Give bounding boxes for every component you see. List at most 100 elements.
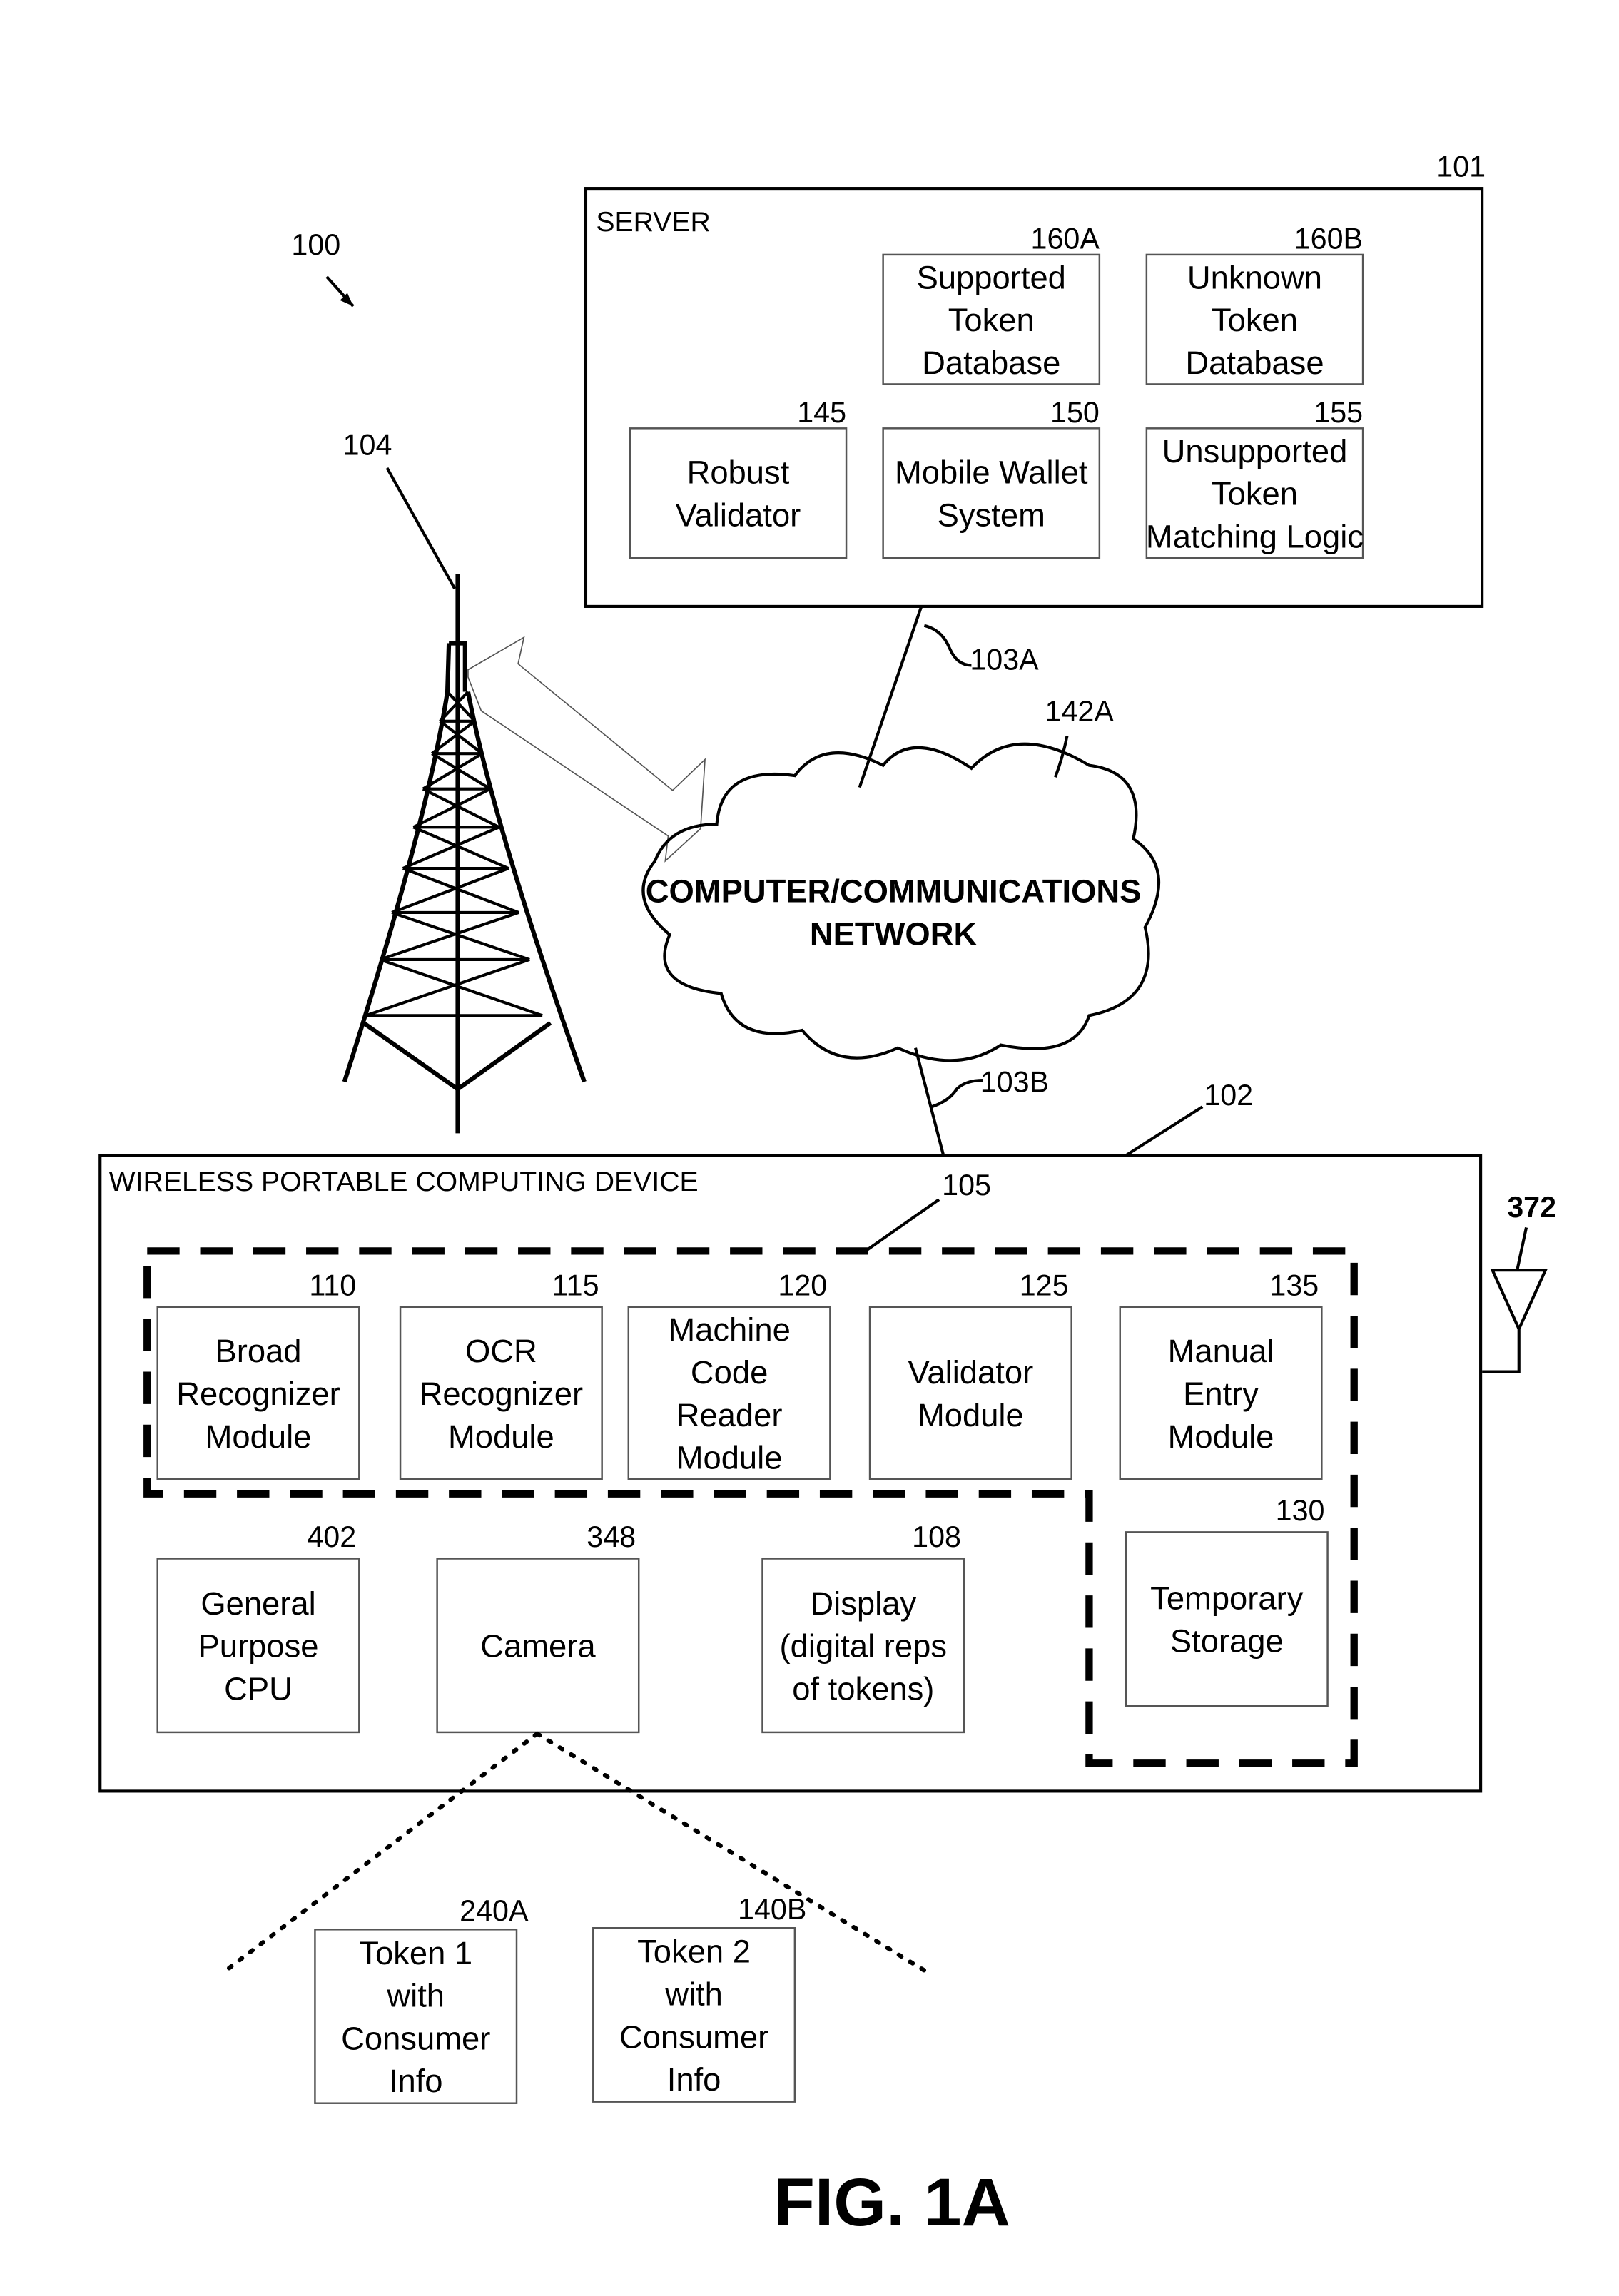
token-2-label-line: with: [664, 1976, 723, 2013]
broad-recognizer-module-label-line: Broad: [215, 1333, 301, 1369]
general-purpose-cpu-ref: 402: [307, 1520, 356, 1553]
temporary-storage-label-line: Temporary: [1150, 1580, 1304, 1617]
token-1-label-line: Info: [389, 2063, 443, 2099]
robust-validator-label-line: Validator: [676, 497, 801, 533]
server-ref: 101: [1436, 151, 1486, 183]
unknown-token-db: 160B Unknown Token Database: [1145, 223, 1364, 385]
unsupported-token-matching-label-line: Matching Logic: [1146, 518, 1364, 554]
unsupported-token-matching-label-line: Token: [1212, 476, 1298, 512]
mobile-wallet-system-border: [882, 427, 1101, 559]
ocr-recognizer-module-ref: 115: [552, 1269, 599, 1301]
tower-lattice: [365, 691, 543, 1017]
temporary-storage: 130 Temporary Storage: [1125, 1494, 1329, 1707]
robust-validator-border: [629, 427, 848, 559]
mobile-wallet-system-label-line: System: [938, 497, 1045, 533]
network-ref-leader: [1054, 736, 1069, 778]
temporary-storage-label-line: Storage: [1170, 1622, 1284, 1659]
module-group-leader: [864, 1198, 940, 1253]
system-ref: 100: [291, 228, 340, 261]
token-1-ref: 240A: [460, 1894, 529, 1927]
token-2-label-line: Info: [667, 2061, 721, 2098]
unknown-token-db-label-line: Unknown: [1187, 259, 1322, 295]
mobile-wallet-system-ref: 150: [1050, 396, 1100, 429]
display: 108 Display (digital reps of tokens): [761, 1520, 965, 1734]
antenna-ref-leader: [1516, 1226, 1528, 1269]
tower-ref: 104: [343, 428, 392, 461]
link-103b: [914, 1047, 945, 1156]
machine-code-reader-module-label-line: Reader: [676, 1397, 783, 1433]
cell-tower: 104: [342, 428, 587, 1134]
machine-code-reader-module-label-line: Machine: [668, 1311, 790, 1348]
temporary-storage-ref: 130: [1276, 1494, 1325, 1527]
token-2-label-line: Token 2: [637, 1934, 751, 1970]
antenna-icon: [1482, 1269, 1548, 1373]
patent-diagram: 100 101 SERVER 160A Supported Token Databas…: [98, 151, 1556, 2240]
supported-token-db-label-line: Database: [922, 345, 1060, 381]
robust-validator-ref: 145: [797, 396, 846, 429]
general-purpose-cpu-label-line: General: [201, 1585, 315, 1622]
validator-module-label-line: Validator: [908, 1354, 1034, 1391]
unknown-token-db-label-line: Database: [1185, 345, 1324, 381]
server-block: 101 SERVER 160ASupportedTokenDatabase160…: [584, 151, 1486, 608]
unknown-token-db-ref: 160B: [1294, 223, 1363, 255]
mobile-wallet-system-label-line: Mobile Wallet: [895, 454, 1088, 491]
manual-entry-module-label-line: Module: [1168, 1418, 1274, 1455]
module-group-ref: 105: [942, 1169, 991, 1202]
general-purpose-cpu-label-line: CPU: [224, 1671, 293, 1707]
camera: 348 Camera: [436, 1520, 640, 1734]
validator-module-border: [868, 1306, 1072, 1480]
manual-entry-module: 135 Manual Entry Module: [1119, 1269, 1323, 1480]
manual-entry-module-label-line: Entry: [1183, 1376, 1259, 1412]
general-purpose-cpu: 402 General Purpose CPU: [156, 1520, 360, 1734]
device-title: WIRELESS PORTABLE COMPUTING DEVICE: [109, 1167, 699, 1197]
validator-module-ref: 125: [1020, 1269, 1069, 1301]
link-103b-leader: [931, 1079, 983, 1109]
camera-label-line: Camera: [480, 1628, 596, 1665]
supported-token-db: 160A Supported Token Database: [882, 223, 1101, 385]
robust-validator-label-line: Robust: [687, 454, 790, 491]
device-ref: 102: [1204, 1079, 1253, 1112]
broad-recognizer-module: 110Broad Recognizer Module: [156, 1269, 360, 1480]
ocr-recognizer-module-label-line: Module: [448, 1418, 554, 1455]
validator-module-label-line: Module: [918, 1397, 1024, 1433]
camera-ref: 348: [587, 1520, 636, 1553]
token-1-label-line: with: [386, 1978, 445, 2014]
token-2: 140B Token 2 with Consumer Info: [592, 1893, 806, 2103]
supported-token-db-ref: 160A: [1031, 223, 1100, 255]
unsupported-token-matching: 155 Unsupported Token Matching Logic: [1145, 396, 1364, 559]
broad-recognizer-module-label-line: Module: [205, 1418, 312, 1455]
tower-ref-leader: [385, 467, 457, 590]
token-1-label-line: Token 1: [359, 1935, 472, 1971]
network-cloud: 142A COMPUTER/COMMUNICATIONS NETWORK: [641, 695, 1160, 1062]
unknown-token-db-label-line: Token: [1212, 302, 1298, 338]
token-1-label-line: Consumer: [341, 2020, 490, 2056]
manual-entry-module-label-line: Manual: [1168, 1333, 1274, 1369]
broad-recognizer-module-label-line: Recognizer: [176, 1376, 340, 1412]
display-label-line: of tokens): [792, 1671, 934, 1707]
ocr-recognizer-module: 115 OCR Recognizer Module: [399, 1269, 603, 1480]
ocr-recognizer-module-label-line: OCR: [465, 1333, 537, 1369]
display-ref: 108: [912, 1520, 961, 1553]
machine-code-reader-module-label-line: Module: [676, 1440, 783, 1476]
validator-module: 125 Validator Module: [868, 1269, 1072, 1480]
token-2-label-line: Consumer: [619, 2018, 768, 2055]
token-1: 240A Token 1 with Consumer Info: [314, 1894, 529, 2104]
machine-code-reader-module-ref: 120: [778, 1269, 827, 1301]
device-block: 102 WIRELESS PORTABLE COMPUTING DEVICE 1…: [98, 1079, 1556, 1793]
temporary-storage-border: [1125, 1531, 1329, 1707]
broad-recognizer-module-ref: 110: [309, 1269, 356, 1301]
mobile-wallet-system: 150 Mobile Wallet System: [882, 396, 1101, 559]
robust-validator: 145Robust Validator: [629, 396, 848, 559]
unsupported-token-matching-ref: 155: [1314, 396, 1363, 429]
unsupported-token-matching-label-line: Unsupported: [1162, 433, 1348, 469]
display-label-line: Display: [810, 1585, 916, 1622]
display-label-line: (digital reps: [780, 1628, 947, 1665]
manual-entry-module-ref: 135: [1269, 1269, 1319, 1301]
network-label-line1: COMPUTER/COMMUNICATIONS: [646, 873, 1142, 910]
machine-code-reader-module: 120 Machine Code Reader Module: [627, 1269, 831, 1480]
general-purpose-cpu-label-line: Purpose: [198, 1628, 319, 1665]
ocr-recognizer-module-label-line: Recognizer: [420, 1376, 583, 1412]
supported-token-db-label-line: Supported: [917, 259, 1066, 295]
server-title: SERVER: [596, 207, 710, 238]
antenna-ref: 372: [1507, 1191, 1556, 1224]
